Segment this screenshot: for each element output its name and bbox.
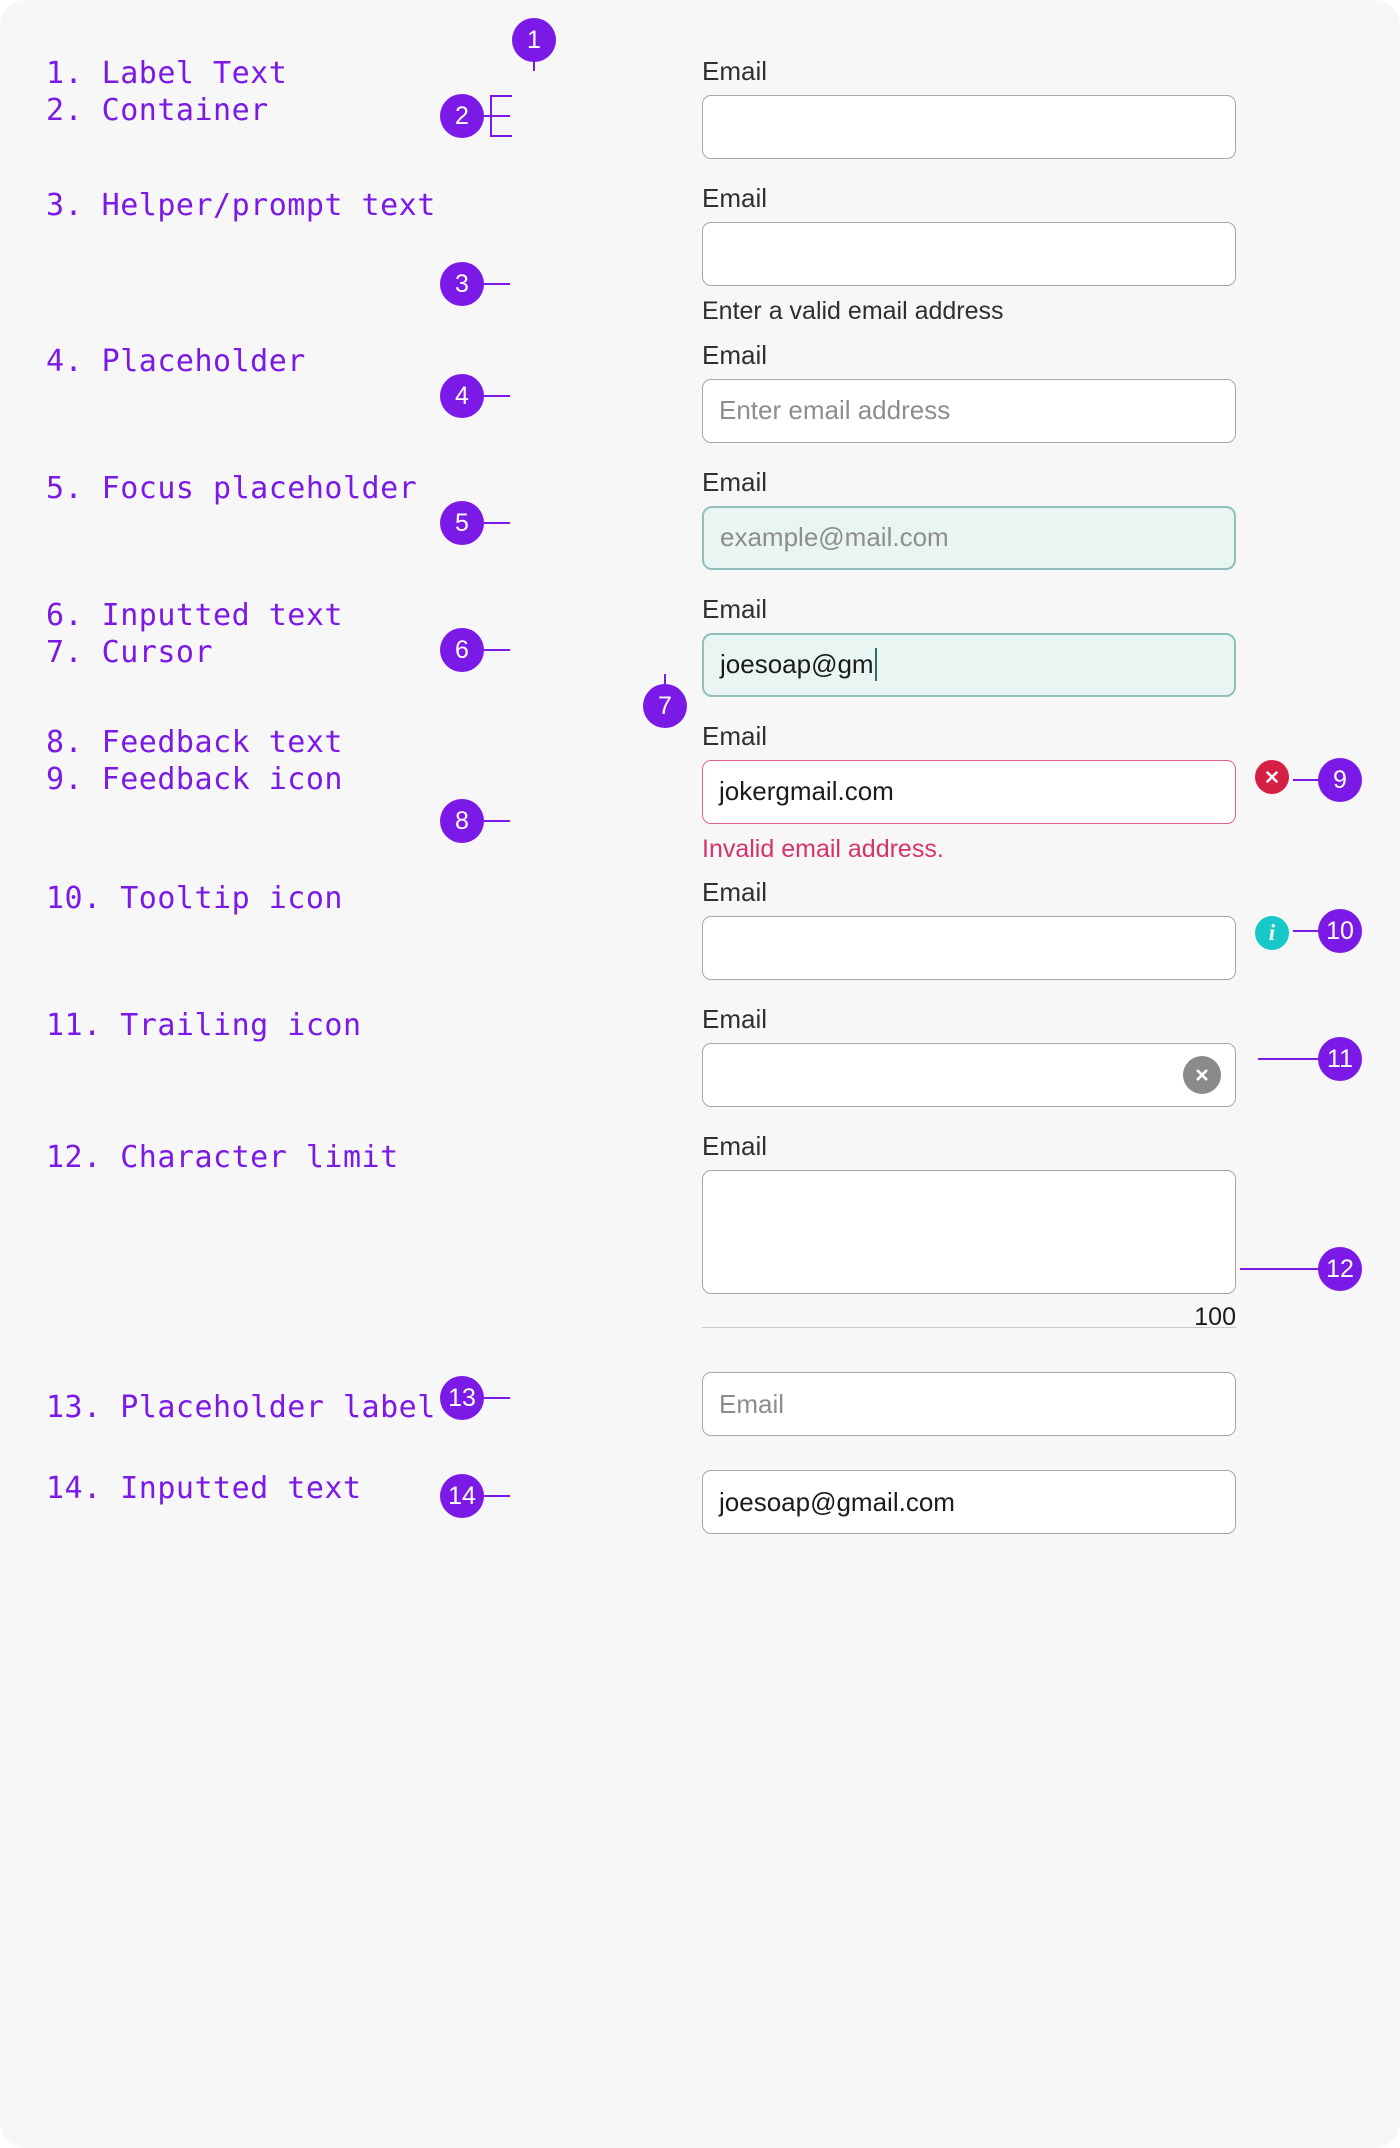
spec-label-1: 1. Label Text bbox=[46, 56, 288, 91]
callout-11-leader bbox=[1258, 1058, 1319, 1061]
callout-4[interactable]: 4 bbox=[440, 374, 484, 418]
field-label: Email bbox=[702, 594, 768, 624]
email-input-placeholder-label[interactable]: Email bbox=[702, 1372, 1236, 1436]
callout-8[interactable]: 8 bbox=[440, 799, 484, 843]
callout-13-leader bbox=[484, 1397, 510, 1400]
email-input-typing[interactable]: joesoap@gm bbox=[702, 632, 1236, 697]
clear-circle-icon[interactable] bbox=[1183, 1055, 1221, 1094]
input-value: joesoap@gm bbox=[720, 649, 874, 680]
spec-label-6: 6. Inputted text bbox=[46, 598, 343, 633]
callout-12-leader bbox=[1240, 1268, 1319, 1271]
field-label: Email bbox=[702, 877, 768, 907]
spec-label-2: 2. Container bbox=[46, 93, 269, 128]
email-input-placeholder[interactable]: Enter email address bbox=[702, 378, 1236, 443]
callout-7[interactable]: 7 bbox=[643, 684, 687, 728]
callout-2-bracket-bottom bbox=[490, 135, 512, 138]
callout-9[interactable]: 9 bbox=[1318, 758, 1362, 802]
input-value: jokergmail.com bbox=[719, 776, 894, 807]
field-group-basic: Email bbox=[702, 57, 1236, 159]
email-input-filled[interactable]: joesoap@gmail.com bbox=[702, 1470, 1236, 1534]
callout-6[interactable]: 6 bbox=[440, 628, 484, 672]
field-group-placeholder: Email Enter email address bbox=[702, 341, 1236, 443]
email-input-tooltip[interactable] bbox=[702, 915, 1236, 980]
callout-14[interactable]: 14 bbox=[440, 1474, 484, 1518]
spec-label-12: 12. Character limit bbox=[46, 1140, 399, 1175]
callout-10-leader bbox=[1293, 930, 1319, 933]
callout-2-leader bbox=[484, 115, 510, 118]
callout-2-bracket-spine bbox=[490, 95, 493, 137]
spec-label-10: 10. Tooltip icon bbox=[46, 881, 343, 916]
spec-label-8: 8. Feedback text bbox=[46, 725, 343, 760]
callout-6-leader bbox=[484, 649, 510, 652]
field-label: Email bbox=[702, 56, 768, 86]
callout-3[interactable]: 3 bbox=[440, 262, 484, 306]
callout-3-leader bbox=[484, 283, 510, 286]
placeholder-text: Enter email address bbox=[719, 395, 951, 426]
callout-9-leader bbox=[1293, 779, 1319, 782]
email-input-focused[interactable]: example@mail.com bbox=[702, 505, 1236, 570]
error-circle-icon bbox=[1255, 760, 1289, 794]
field-label: Email bbox=[702, 183, 768, 213]
callout-13[interactable]: 13 bbox=[440, 1376, 484, 1420]
field-group-tooltip: Email bbox=[702, 878, 1236, 980]
spec-label-9: 9. Feedback icon bbox=[46, 762, 343, 797]
callout-2[interactable]: 2 bbox=[440, 94, 484, 138]
email-textarea-charlimit[interactable] bbox=[702, 1169, 1236, 1294]
field-group-helper: Email Enter a valid email address bbox=[702, 184, 1236, 326]
email-input-helper[interactable] bbox=[702, 221, 1236, 286]
field-group-charlimit: Email 100 bbox=[702, 1132, 1236, 1332]
spec-label-14: 14. Inputted text bbox=[46, 1471, 362, 1506]
callout-14-leader bbox=[484, 1495, 510, 1498]
section-divider bbox=[702, 1327, 1236, 1329]
callout-10[interactable]: 10 bbox=[1318, 909, 1362, 953]
field-group-focus-placeholder: Email example@mail.com bbox=[702, 468, 1236, 570]
callout-5-leader bbox=[484, 522, 510, 525]
callout-2-bracket-top bbox=[490, 95, 512, 98]
field-group-error: Email jokergmail.com Invalid email addre… bbox=[702, 722, 1236, 864]
input-value: joesoap@gmail.com bbox=[719, 1486, 955, 1517]
email-input-trailing[interactable] bbox=[702, 1042, 1236, 1107]
field-label: Email bbox=[702, 1131, 768, 1161]
spec-label-13: 13. Placeholder label bbox=[46, 1390, 436, 1425]
field-group-inputted: Email joesoap@gm bbox=[702, 595, 1236, 697]
callout-1[interactable]: 1 bbox=[512, 18, 556, 62]
email-input-basic[interactable] bbox=[702, 94, 1236, 159]
field-group-placeholder-label: Email bbox=[702, 1372, 1236, 1436]
spec-label-7: 7. Cursor bbox=[46, 635, 214, 670]
placeholder-text: Email bbox=[719, 1388, 785, 1419]
field-label: Email bbox=[702, 467, 768, 497]
spec-label-4: 4. Placeholder bbox=[46, 344, 306, 379]
info-tooltip-icon[interactable]: i bbox=[1255, 916, 1289, 950]
spec-label-5: 5. Focus placeholder bbox=[46, 471, 418, 506]
helper-text: Enter a valid email address bbox=[702, 296, 1004, 325]
field-group-filled: joesoap@gmail.com bbox=[702, 1470, 1236, 1534]
callout-5[interactable]: 5 bbox=[440, 501, 484, 545]
placeholder-text: example@mail.com bbox=[720, 522, 949, 553]
callout-4-leader bbox=[484, 395, 510, 398]
spec-label-3: 3. Helper/prompt text bbox=[46, 188, 436, 223]
field-label: Email bbox=[702, 1004, 768, 1034]
field-label: Email bbox=[702, 340, 768, 370]
email-input-error[interactable]: jokergmail.com bbox=[702, 759, 1236, 824]
error-message: Invalid email address. bbox=[702, 834, 944, 863]
spec-label-11: 11. Trailing icon bbox=[46, 1008, 362, 1043]
field-group-trailing: Email bbox=[702, 1005, 1236, 1107]
spec-canvas: 1. Label Text 2. Container 3. Helper/pro… bbox=[0, 0, 1400, 2148]
text-cursor bbox=[874, 648, 878, 682]
callout-12[interactable]: 12 bbox=[1318, 1247, 1362, 1291]
field-label: Email bbox=[702, 721, 768, 751]
callout-11[interactable]: 11 bbox=[1318, 1037, 1362, 1081]
callout-8-leader bbox=[484, 820, 510, 823]
